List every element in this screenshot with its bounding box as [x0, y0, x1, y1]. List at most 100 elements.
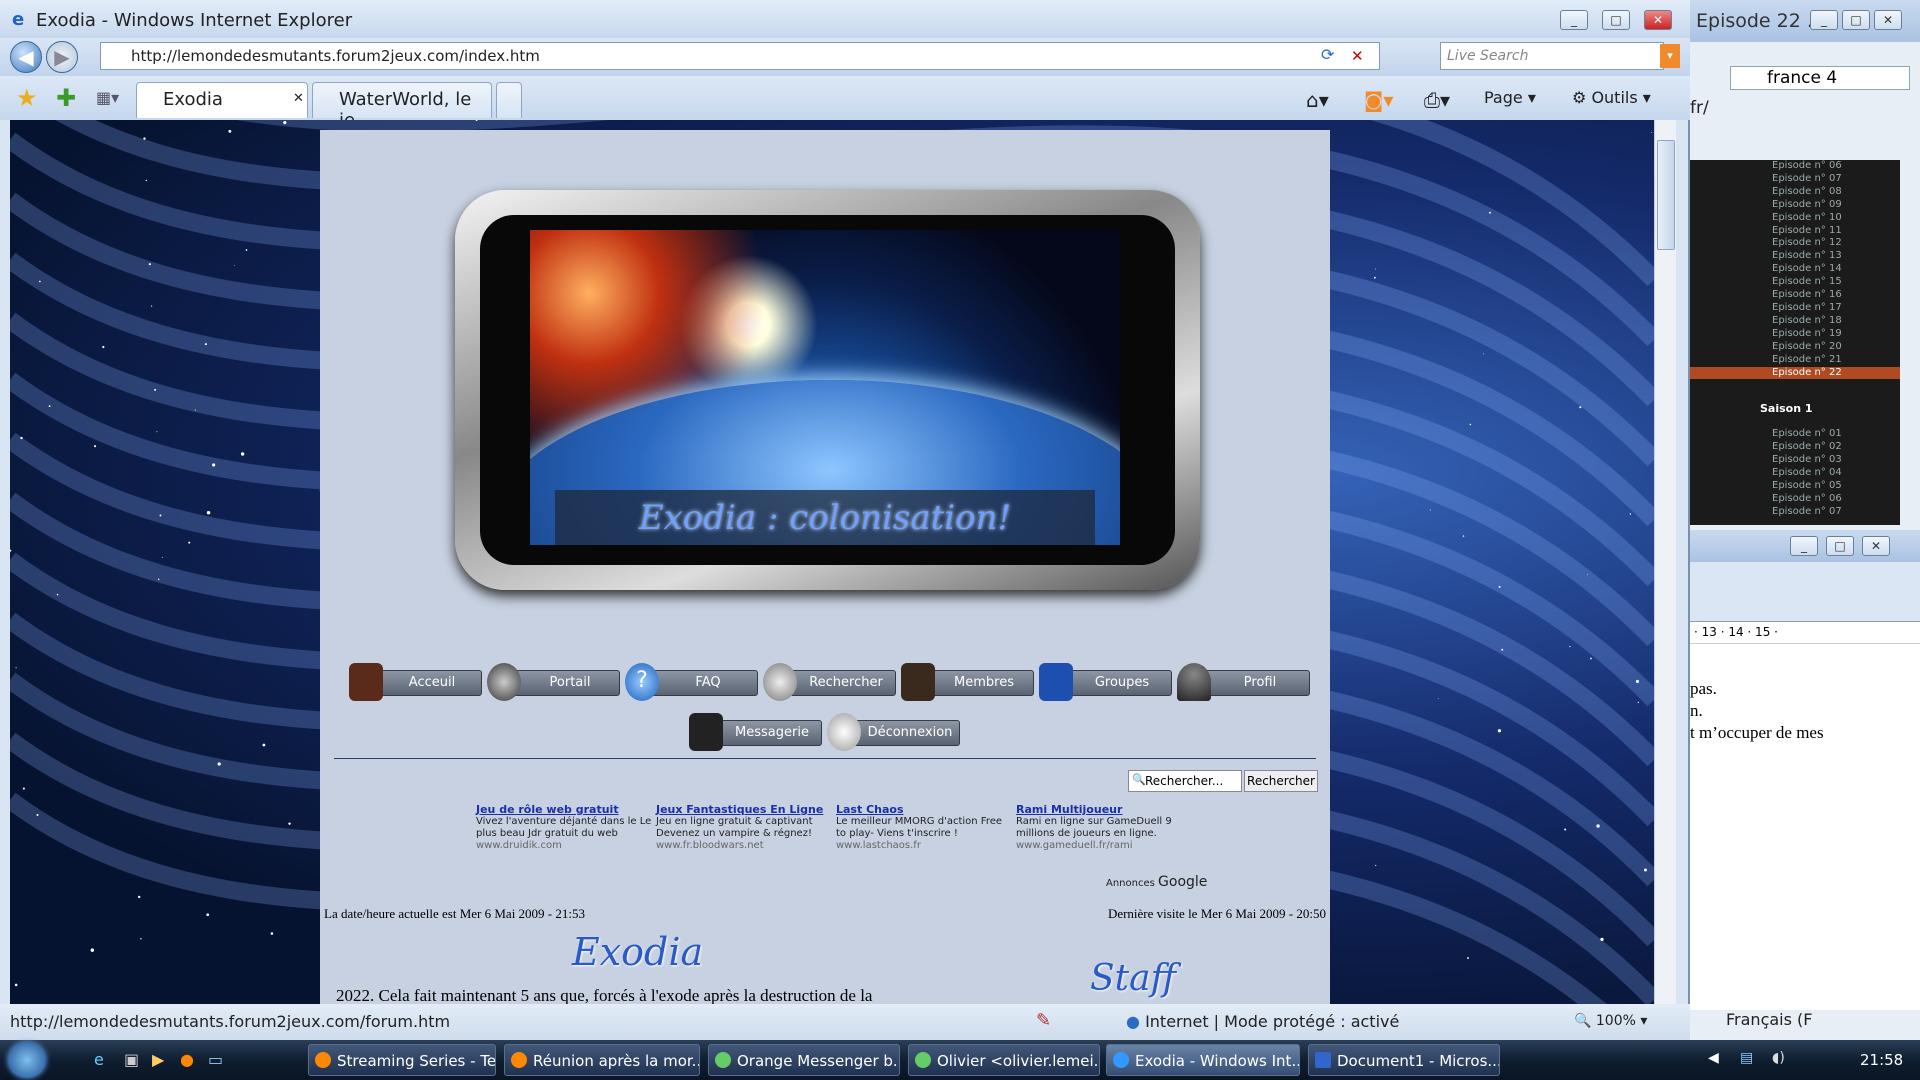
episode-item[interactable]: Episode n° 02	[1690, 441, 1900, 454]
favorites-icon[interactable]: ★	[16, 84, 38, 112]
ad-block[interactable]: Jeu de rôle web gratuit Vivez l'aventure …	[476, 804, 652, 852]
nav-messagerie[interactable]: Messagerie	[689, 713, 822, 751]
word-document[interactable]: pas. n. t m’occuper de mes	[1690, 644, 1920, 744]
maximize-button[interactable]: □	[1602, 10, 1630, 30]
ad-url[interactable]: www.fr.bloodwars.net	[656, 840, 832, 852]
refresh-icon[interactable]: ⟳	[1321, 45, 1334, 64]
episode-item[interactable]: Episode n° 21	[1690, 354, 1900, 367]
quicklaunch-explorer-icon[interactable]: ▣	[124, 1050, 139, 1069]
episode-item[interactable]: Episode n° 11	[1690, 225, 1900, 238]
close-button[interactable]: ✕	[1862, 536, 1890, 556]
google-ads-label[interactable]: Annonces Google	[1106, 874, 1207, 890]
episode-item[interactable]: Episode n° 07	[1690, 173, 1900, 186]
episode-item[interactable]: Episode n° 19	[1690, 328, 1900, 341]
ad-block[interactable]: Rami Multijoueur Rami en ligne sur GameDu…	[1016, 804, 1192, 852]
scroll-thumb[interactable]	[1657, 140, 1675, 250]
nav-membres[interactable]: Membres	[901, 663, 1034, 701]
episode-item[interactable]: Episode n° 07	[1690, 506, 1900, 519]
forward-icon[interactable]: ▶	[46, 41, 78, 73]
nav-deconnexion[interactable]: Déconnexion	[827, 713, 960, 751]
search-options-icon[interactable]: ▾	[1660, 44, 1680, 68]
ad-url[interactable]: www.gameduell.fr/rami	[1016, 840, 1192, 852]
back-icon[interactable]: ◀	[10, 41, 42, 73]
quicklaunch-firefox-icon[interactable]: ●	[180, 1050, 194, 1069]
ad-url[interactable]: www.lastchaos.fr	[836, 840, 1012, 852]
volume-icon[interactable]: ◖)	[1772, 1050, 1785, 1066]
forum-search-input[interactable]: 🔍 Rechercher...	[1128, 770, 1242, 792]
minimize-button[interactable]: _	[1810, 10, 1838, 30]
episode-item[interactable]: Episode n° 22	[1690, 366, 1900, 380]
minimize-button[interactable]: _	[1560, 10, 1588, 30]
maximize-button[interactable]: □	[1842, 10, 1870, 30]
security-zone[interactable]: ● Internet | Mode protégé : activé	[1126, 1012, 1399, 1031]
episode-item[interactable]: Episode n° 06	[1690, 493, 1900, 506]
episode-item[interactable]: Episode n° 17	[1690, 302, 1900, 315]
tab-close-icon[interactable]: ✕	[293, 91, 304, 106]
tab-waterworld[interactable]: WaterWorld, le je...	[312, 82, 492, 131]
taskbar-item[interactable]: Orange Messenger b...	[708, 1044, 900, 1076]
start-button[interactable]	[8, 1042, 46, 1078]
home-icon[interactable]: ⌂▾	[1302, 84, 1333, 112]
ad-title[interactable]: Rami Multijoueur	[1016, 804, 1192, 816]
language-indicator[interactable]: Français (F	[1726, 1010, 1812, 1029]
episode-item[interactable]: Episode n° 01	[1690, 428, 1900, 441]
episode-item[interactable]: Episode n° 09	[1690, 199, 1900, 212]
rss-icon[interactable]: ◙▾	[1360, 84, 1397, 112]
ad-title[interactable]: Jeu de rôle web gratuit	[476, 804, 652, 816]
nav-faq[interactable]: ? FAQ	[625, 663, 758, 701]
episode-item[interactable]: Episode n° 10	[1690, 212, 1900, 225]
episode-item[interactable]: Episode n° 05	[1690, 480, 1900, 493]
bg-search-input[interactable]: france 4	[1730, 66, 1910, 90]
taskbar-item[interactable]: Document1 - Micros...	[1308, 1044, 1500, 1076]
address-bar[interactable]: http://lemondedesmutants.forum2jeux.com/…	[100, 42, 1380, 70]
quicklaunch-ie-icon[interactable]: e	[94, 1050, 104, 1069]
close-button[interactable]: ✕	[1874, 10, 1902, 30]
close-button[interactable]: ✕	[1644, 10, 1672, 30]
tools-menu[interactable]: ⚙ Outils ▾	[1568, 84, 1655, 112]
episode-item[interactable]: Episode n° 13	[1690, 250, 1900, 263]
episode-item[interactable]: Episode n° 15	[1690, 276, 1900, 289]
new-tab-button[interactable]	[496, 82, 522, 118]
nav-label: Acceuil	[408, 675, 456, 690]
popup-blocker-icon[interactable]: ✎	[1036, 1010, 1051, 1031]
ad-block[interactable]: Jeux Fantastiques En Ligne Jeu en ligne g…	[656, 804, 832, 852]
quicklaunch-media-icon[interactable]: ▶	[152, 1050, 164, 1069]
episode-item[interactable]: Episode n° 08	[1690, 186, 1900, 199]
episode-item[interactable]: Episode n° 16	[1690, 289, 1900, 302]
stop-icon[interactable]: ✕	[1351, 47, 1364, 65]
minimize-button[interactable]: _	[1790, 536, 1818, 556]
episode-item[interactable]: Episode n° 04	[1690, 467, 1900, 480]
nav-groupes[interactable]: Groupes	[1039, 663, 1172, 701]
ad-title[interactable]: Jeux Fantastiques En Ligne	[656, 804, 832, 816]
taskbar-item[interactable]: Exodia - Windows Int...	[1106, 1044, 1300, 1076]
episode-item[interactable]: Episode n° 06	[1690, 160, 1900, 173]
episode-item[interactable]: Episode n° 14	[1690, 263, 1900, 276]
nav-rechercher[interactable]: Rechercher	[763, 663, 896, 701]
maximize-button[interactable]: □	[1826, 536, 1854, 556]
print-icon[interactable]: ⎙▾	[1420, 84, 1454, 112]
page-menu[interactable]: Page ▾	[1480, 84, 1540, 112]
ad-title[interactable]: Last Chaos	[836, 804, 1012, 816]
tray-expand-icon[interactable]: ◀	[1708, 1050, 1719, 1066]
nav-profil[interactable]: Profil	[1177, 663, 1310, 701]
ad-url[interactable]: www.druidik.com	[476, 840, 652, 852]
episode-item[interactable]: Episode n° 18	[1690, 315, 1900, 328]
quick-tabs-icon[interactable]: ▦▾	[96, 88, 119, 107]
episode-item[interactable]: Episode n° 03	[1690, 454, 1900, 467]
vertical-scrollbar[interactable]	[1654, 120, 1676, 1004]
taskbar-item[interactable]: Olivier <olivier.lemei...	[908, 1044, 1100, 1076]
network-icon[interactable]: ▤	[1740, 1050, 1753, 1066]
nav-acceuil[interactable]: Acceuil	[349, 663, 482, 701]
quicklaunch-desktop-icon[interactable]: ▭	[208, 1050, 223, 1069]
live-search-input[interactable]: Live Search	[1440, 42, 1664, 70]
taskbar-item[interactable]: Streaming Series - Te...	[308, 1044, 496, 1076]
forum-search-button[interactable]: Rechercher	[1244, 770, 1318, 792]
nav-portail[interactable]: Portail	[487, 663, 620, 701]
tab-exodia[interactable]: Exodia ✕	[136, 82, 308, 118]
ad-block[interactable]: Last Chaos Le meilleur MMORG d'action Fre…	[836, 804, 1012, 852]
episode-item[interactable]: Episode n° 20	[1690, 341, 1900, 354]
zoom-control[interactable]: 🔍 100% ▾	[1574, 1013, 1647, 1029]
taskbar-item[interactable]: Réunion après la mor...	[504, 1044, 700, 1076]
episode-item[interactable]: Episode n° 12	[1690, 237, 1900, 250]
add-favorite-icon[interactable]: ✚	[56, 84, 76, 112]
